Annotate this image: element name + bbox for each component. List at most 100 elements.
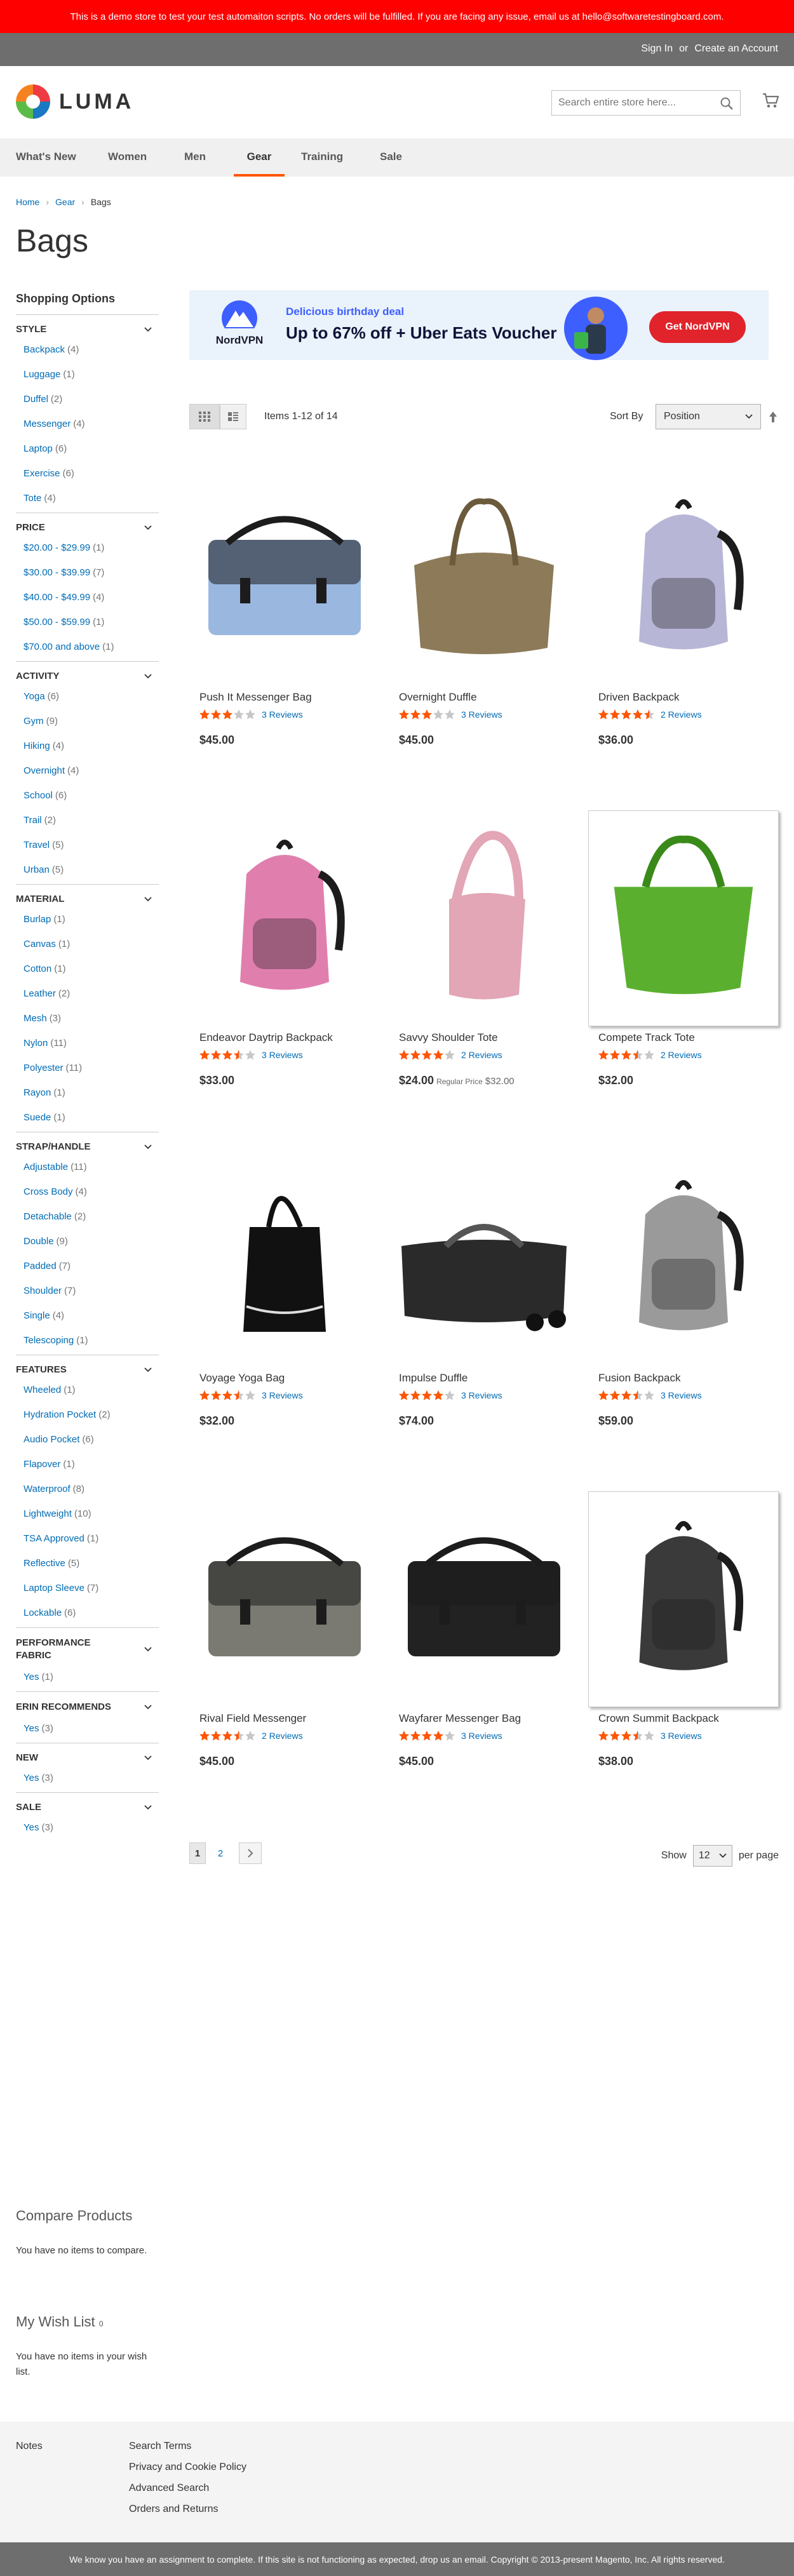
filter-option[interactable]: Yes (1) bbox=[24, 1671, 159, 1684]
product-name-link[interactable]: Voyage Yoga Bag bbox=[199, 1372, 285, 1385]
product-image[interactable] bbox=[588, 470, 779, 686]
product-name-link[interactable]: Push It Messenger Bag bbox=[199, 691, 312, 704]
filter-option[interactable]: Yes (3) bbox=[24, 1772, 159, 1785]
product-item[interactable]: Overnight Duffle 3 Reviews $45.00 bbox=[389, 470, 579, 762]
product-name-link[interactable]: Endeavor Daytrip Backpack bbox=[199, 1031, 333, 1044]
filter-option[interactable]: Exercise (6) bbox=[24, 467, 159, 480]
filter-option[interactable]: Yes (3) bbox=[24, 1821, 159, 1834]
product-reviews-link[interactable]: 2 Reviews bbox=[461, 1050, 502, 1060]
filter-option[interactable]: Detachable (2) bbox=[24, 1211, 159, 1223]
filter-option[interactable]: $20.00 - $29.99 (1) bbox=[24, 542, 159, 554]
filter-title[interactable]: Sale bbox=[16, 1802, 159, 1813]
filter-option[interactable]: Rayon (1) bbox=[24, 1087, 159, 1099]
footer-link-advanced-search[interactable]: Advanced Search bbox=[129, 2483, 246, 2494]
product-item[interactable]: Compete Track Tote 2 Reviews $32.00 bbox=[588, 810, 779, 1103]
product-reviews-link[interactable]: 2 Reviews bbox=[262, 1731, 303, 1741]
product-name-link[interactable]: Wayfarer Messenger Bag bbox=[399, 1712, 521, 1725]
filter-option[interactable]: Nylon (11) bbox=[24, 1037, 159, 1050]
filter-title[interactable]: Performance Fabric bbox=[16, 1637, 159, 1662]
filter-option[interactable]: Hydration Pocket (2) bbox=[24, 1409, 159, 1421]
product-reviews-link[interactable]: 3 Reviews bbox=[262, 1390, 303, 1400]
filter-option[interactable]: Single (4) bbox=[24, 1310, 159, 1322]
product-name-link[interactable]: Savvy Shoulder Tote bbox=[399, 1031, 498, 1044]
product-item[interactable]: Endeavor Daytrip Backpack 3 Reviews $33.00 bbox=[189, 810, 380, 1103]
create-account-link[interactable]: Create an Account bbox=[694, 43, 778, 55]
nav-item-women[interactable]: Women bbox=[108, 138, 147, 177]
filter-option[interactable]: Double (9) bbox=[24, 1235, 159, 1248]
filter-option[interactable]: Gym (9) bbox=[24, 715, 159, 728]
product-item[interactable]: Crown Summit Backpack 3 Reviews $38.00 bbox=[588, 1491, 779, 1783]
product-image[interactable] bbox=[189, 810, 380, 1026]
product-item[interactable]: Wayfarer Messenger Bag 3 Reviews $45.00 bbox=[389, 1491, 579, 1783]
product-image[interactable] bbox=[389, 1151, 579, 1367]
product-name-link[interactable]: Driven Backpack bbox=[598, 691, 680, 704]
product-image[interactable] bbox=[588, 1491, 779, 1707]
product-reviews-link[interactable]: 2 Reviews bbox=[661, 709, 702, 720]
breadcrumb-home[interactable]: Home bbox=[16, 197, 39, 207]
filter-option[interactable]: Travel (5) bbox=[24, 839, 159, 852]
search-icon[interactable] bbox=[720, 97, 734, 111]
filter-option[interactable]: Urban (5) bbox=[24, 864, 159, 876]
filter-title[interactable]: Activity bbox=[16, 671, 159, 681]
nav-item-gear[interactable]: Gear bbox=[234, 138, 285, 177]
filter-title[interactable]: Material bbox=[16, 894, 159, 904]
product-reviews-link[interactable]: 3 Reviews bbox=[661, 1731, 702, 1741]
filter-option[interactable]: Trail (2) bbox=[24, 814, 159, 827]
product-item[interactable]: Savvy Shoulder Tote 2 Reviews $24.00 Regula… bbox=[389, 810, 579, 1103]
product-reviews-link[interactable]: 2 Reviews bbox=[661, 1050, 702, 1060]
filter-option[interactable]: Wheeled (1) bbox=[24, 1384, 159, 1397]
filter-option[interactable]: Lightweight (10) bbox=[24, 1508, 159, 1520]
filter-option[interactable]: Shoulder (7) bbox=[24, 1285, 159, 1298]
nav-item-training[interactable]: Training bbox=[301, 138, 343, 177]
filter-option[interactable]: Duffel (2) bbox=[24, 393, 159, 406]
filter-option[interactable]: Yoga (6) bbox=[24, 690, 159, 703]
filter-option[interactable]: Lockable (6) bbox=[24, 1607, 159, 1620]
filter-option[interactable]: Audio Pocket (6) bbox=[24, 1433, 159, 1446]
footer-link-privacy[interactable]: Privacy and Cookie Policy bbox=[129, 2462, 246, 2473]
filter-option[interactable]: Waterproof (8) bbox=[24, 1483, 159, 1496]
product-item[interactable]: Impulse Duffle 3 Reviews $74.00 bbox=[389, 1151, 579, 1443]
product-image[interactable] bbox=[189, 1491, 380, 1707]
filter-option[interactable]: $50.00 - $59.99 (1) bbox=[24, 616, 159, 629]
search-box[interactable] bbox=[551, 90, 741, 116]
product-image[interactable] bbox=[588, 810, 779, 1026]
filter-option[interactable]: Overnight (4) bbox=[24, 765, 159, 777]
nav-item-sale[interactable]: Sale bbox=[380, 138, 402, 177]
footer-link-orders-returns[interactable]: Orders and Returns bbox=[129, 2504, 246, 2515]
product-item[interactable]: Voyage Yoga Bag 3 Reviews $32.00 bbox=[189, 1151, 380, 1443]
filter-option[interactable]: Laptop (6) bbox=[24, 443, 159, 455]
filter-option[interactable]: Mesh (3) bbox=[24, 1012, 159, 1025]
filter-option[interactable]: Telescoping (1) bbox=[24, 1334, 159, 1347]
filter-title[interactable]: Strap/Handle bbox=[16, 1141, 159, 1152]
breadcrumb-gear[interactable]: Gear bbox=[55, 197, 75, 207]
next-page-button[interactable] bbox=[239, 1842, 262, 1864]
filter-option[interactable]: Adjustable (11) bbox=[24, 1161, 159, 1174]
sign-in-link[interactable]: Sign In bbox=[641, 43, 673, 55]
luma-logo[interactable]: LUMA bbox=[16, 84, 134, 119]
filter-option[interactable]: Laptop Sleeve (7) bbox=[24, 1582, 159, 1595]
product-item[interactable]: Driven Backpack 2 Reviews $36.00 bbox=[588, 470, 779, 762]
filter-option[interactable]: TSA Approved (1) bbox=[24, 1533, 159, 1545]
product-item[interactable]: Rival Field Messenger 2 Reviews $45.00 bbox=[189, 1491, 380, 1783]
filter-option[interactable]: Hiking (4) bbox=[24, 740, 159, 753]
filter-option[interactable]: Padded (7) bbox=[24, 1260, 159, 1273]
product-reviews-link[interactable]: 3 Reviews bbox=[461, 1731, 502, 1741]
filter-option[interactable]: Reflective (5) bbox=[24, 1557, 159, 1570]
filter-option[interactable]: Leather (2) bbox=[24, 988, 159, 1000]
filter-option[interactable]: Cross Body (4) bbox=[24, 1186, 159, 1198]
filter-option[interactable]: Backpack (4) bbox=[24, 344, 159, 356]
filter-title[interactable]: Price bbox=[16, 522, 159, 533]
product-name-link[interactable]: Crown Summit Backpack bbox=[598, 1712, 719, 1725]
filter-option[interactable]: Burlap (1) bbox=[24, 913, 159, 926]
product-name-link[interactable]: Fusion Backpack bbox=[598, 1372, 680, 1385]
filter-option[interactable]: Luggage (1) bbox=[24, 368, 159, 381]
product-item[interactable]: Push It Messenger Bag 3 Reviews $45.00 bbox=[189, 470, 380, 762]
product-item[interactable]: Fusion Backpack 3 Reviews $59.00 bbox=[588, 1151, 779, 1443]
filter-option[interactable]: Flapover (1) bbox=[24, 1458, 159, 1471]
product-name-link[interactable]: Overnight Duffle bbox=[399, 691, 477, 704]
product-image[interactable] bbox=[389, 1491, 579, 1707]
filter-option[interactable]: Messenger (4) bbox=[24, 418, 159, 431]
filter-title[interactable]: Style bbox=[16, 324, 159, 335]
filter-option[interactable]: $70.00 and above (1) bbox=[24, 641, 159, 654]
filter-option[interactable]: School (6) bbox=[24, 789, 159, 802]
